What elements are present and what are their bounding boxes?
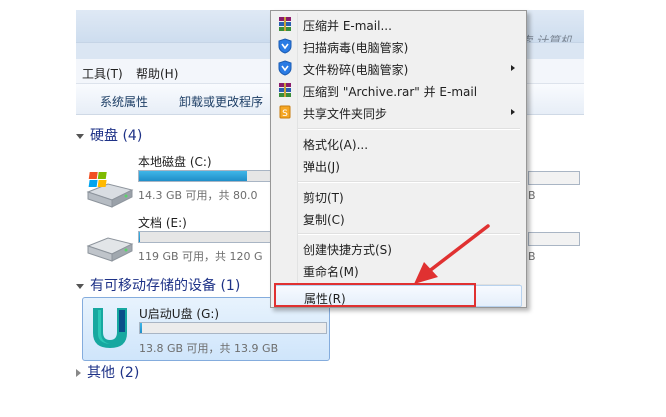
drive-usage-bar [138,231,272,243]
expand-triangle-icon[interactable] [76,369,81,377]
menu-item-rename[interactable]: 重命名(M) [275,259,522,281]
winrar-icon [279,17,291,31]
hard-drive-icon [86,237,134,262]
hard-drive-windows-icon [86,172,134,208]
menu-item-virus-scan[interactable]: 扫描病毒(电脑管家) [275,35,522,57]
menu-tools[interactable]: 工具(T) [82,65,123,82]
menu-separator [298,233,520,235]
drive-free-space-right: B [528,189,536,202]
menu-item-eject[interactable]: 弹出(J) [275,154,522,176]
menu-item-share-folder-sync[interactable]: S 共享文件夹同步 [275,101,522,123]
group-removable-storage[interactable]: 有可移动存储的设备 (1) [76,275,240,295]
menu-item-format[interactable]: 格式化(A)... [275,132,522,154]
drive-usage-bar [138,170,272,182]
drive-free-space: 14.3 GB 可用，共 80.0 [138,189,258,202]
drive-usage-fill [139,171,248,181]
drive-free-space: 13.8 GB 可用，共 13.9 GB [139,342,279,355]
group-other[interactable]: 其他 (2) [76,362,139,382]
drive-usage-bar [139,322,327,334]
menu-help[interactable]: 帮助(H) [136,65,178,82]
system-properties-button[interactable]: 系统属性 [100,93,148,110]
drive-usage-bar-right [528,232,580,246]
drive-free-space-right: B [528,250,536,263]
menu-item-file-shred[interactable]: 文件粉碎(电脑管家) [275,57,522,79]
drive-usage-bar-right [528,171,580,185]
group-hard-disk[interactable]: 硬盘 (4) [76,125,142,145]
menu-item-compress-archive-email[interactable]: 压缩到 "Archive.rar" 并 E-mail [275,79,522,101]
menu-item-cut[interactable]: 剪切(T) [275,185,522,207]
shield-icon [278,60,292,76]
menu-separator [298,181,520,183]
submenu-arrow-icon [511,109,515,115]
drive-usage-fill [140,323,142,333]
collapse-triangle-icon[interactable] [76,133,84,139]
collapse-triangle-icon[interactable] [76,283,84,289]
menu-separator [298,128,520,130]
drive-name: U启动U盘 (G:) [139,307,220,321]
drive-name: 本地磁盘 (C:) [138,155,212,169]
menu-item-copy[interactable]: 复制(C) [275,207,522,229]
submenu-arrow-icon [511,65,515,71]
winrar-icon [279,83,291,97]
drive-usage-fill [139,232,141,242]
menu-item-compress-email[interactable]: 压缩并 E-mail... [275,13,522,35]
shield-icon [278,38,292,54]
uninstall-program-button[interactable]: 卸载或更改程序 [179,93,263,110]
annotation-highlight-box [274,283,476,307]
sync-icon: S [279,105,291,119]
svg-text:S: S [282,109,288,119]
drive-free-space: 119 GB 可用，共 120 G [138,250,263,263]
menu-item-create-shortcut[interactable]: 创建快捷方式(S) [275,237,522,259]
usb-drive-logo-icon [93,308,127,348]
context-menu: 压缩并 E-mail... 扫描病毒(电脑管家) 文件粉碎(电脑管家) 压缩到 … [270,10,527,308]
drive-name: 文档 (E:) [138,216,187,230]
